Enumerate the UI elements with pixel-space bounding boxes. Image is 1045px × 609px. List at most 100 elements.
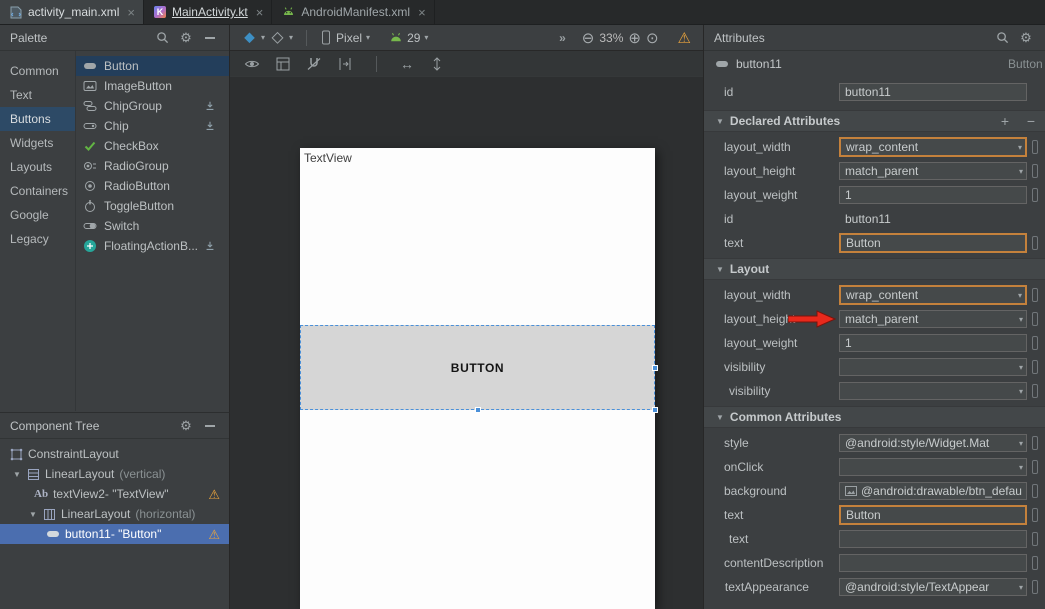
toolbar-overflow-icon[interactable]: » [559,31,565,45]
layout-height-dropdown[interactable]: match_parent▾ [839,310,1027,328]
selection-handle[interactable] [652,407,658,413]
selection-handle[interactable] [475,407,481,413]
chevron-expanded-icon[interactable]: ▼ [12,470,22,479]
palette-item-chip[interactable]: Chip [76,116,229,136]
gear-icon[interactable]: ⚙ [175,418,197,434]
resource-toggle-icon[interactable] [1032,460,1038,474]
background-input[interactable]: @android:drawable/btn_defau [839,482,1027,500]
category-legacy[interactable]: Legacy [0,227,75,251]
tree-item-constraintlayout[interactable]: ConstraintLayout [0,444,229,464]
resource-toggle-icon[interactable] [1032,288,1038,302]
search-icon[interactable] [991,31,1013,44]
canvas-button[interactable]: BUTTON [451,361,504,375]
palette-item-radiogroup[interactable]: RadioGroup [76,156,229,176]
tree-item-button11[interactable]: button11- "Button" ⚠ [0,524,229,544]
hide-panel-icon[interactable] [199,37,221,39]
device-screen[interactable]: TextView BUTTON [300,148,655,609]
resource-toggle-icon[interactable] [1032,360,1038,374]
palette-item-togglebutton[interactable]: ToggleButton [76,196,229,216]
resource-toggle-icon[interactable] [1032,188,1038,202]
palette-item-floatingactionbutton[interactable]: FloatingActionB... [76,236,229,256]
canvas-textview[interactable]: TextView [304,151,352,165]
orientation-icon[interactable] [275,56,291,72]
tools-visibility-dropdown[interactable]: ▾ [839,382,1027,400]
selected-linearlayout[interactable]: BUTTON [300,325,655,410]
chevron-expanded-icon[interactable]: ▼ [28,510,38,519]
tree-item-textview2[interactable]: Ab textView2- "TextView" ⚠ [0,484,229,504]
zoom-in-button[interactable]: ⊕ [628,29,641,47]
layout-height-dropdown[interactable]: match_parent▾ [839,162,1027,180]
category-containers[interactable]: Containers [0,179,75,203]
section-layout[interactable]: ▼ Layout [704,258,1045,280]
palette-item-button[interactable]: Button [76,56,229,76]
resource-toggle-icon[interactable] [1032,336,1038,350]
clear-constraints-icon[interactable]: ↔ [400,56,414,72]
design-canvas[interactable]: TextView BUTTON [230,77,703,609]
selection-handle[interactable] [652,365,658,371]
text-input[interactable]: Button [839,233,1027,253]
zoom-to-fit-button[interactable]: ⊙ [646,29,659,47]
infer-constraints-icon[interactable] [429,56,445,72]
text-input[interactable]: Button [839,505,1027,525]
palette-item-checkbox[interactable]: CheckBox [76,136,229,156]
resource-toggle-icon[interactable] [1032,484,1038,498]
blueprint-mode-selector[interactable]: ▾ [270,30,293,45]
autoconnect-off-magnet-icon[interactable] [306,56,322,72]
category-common[interactable]: Common [0,59,75,83]
onclick-dropdown[interactable]: ▾ [839,458,1027,476]
search-icon[interactable] [151,31,173,44]
close-icon[interactable]: × [127,6,135,19]
tab-androidmanifest-xml[interactable]: AndroidManifest.xml × [272,0,434,24]
resource-toggle-icon[interactable] [1032,312,1038,326]
resource-toggle-icon[interactable] [1032,236,1038,250]
layout-width-dropdown[interactable]: wrap_content▾ [839,137,1027,157]
design-mode-selector[interactable]: ▾ [242,30,265,45]
close-icon[interactable]: × [256,6,264,19]
section-common-attributes[interactable]: ▼ Common Attributes [704,406,1045,428]
palette-item-imagebutton[interactable]: ImageButton [76,76,229,96]
resource-toggle-icon[interactable] [1032,164,1038,178]
gear-icon[interactable]: ⚙ [175,30,197,46]
device-selector[interactable]: Pixel ▾ [320,30,370,45]
category-buttons[interactable]: Buttons [0,107,75,131]
tree-item-linearlayout-horizontal[interactable]: ▼ LinearLayout (horizontal) [0,504,229,524]
warning-icon[interactable]: ⚠ [208,528,220,541]
palette-item-switch[interactable]: Switch [76,216,229,236]
content-description-input[interactable] [839,554,1027,572]
category-text[interactable]: Text [0,83,75,107]
api-level-selector[interactable]: 29 ▾ [389,31,428,45]
tab-activity-main-xml[interactable]: activity_main.xml × [0,0,144,24]
view-options-icon[interactable] [244,56,260,72]
resource-toggle-icon[interactable] [1032,556,1038,570]
section-declared-attributes[interactable]: ▼ Declared Attributes + − [704,110,1045,132]
resource-toggle-icon[interactable] [1032,384,1038,398]
gear-icon[interactable]: ⚙ [1015,30,1037,46]
resource-toggle-icon[interactable] [1032,436,1038,450]
category-widgets[interactable]: Widgets [0,131,75,155]
close-icon[interactable]: × [418,6,426,19]
layout-width-dropdown[interactable]: wrap_content▾ [839,285,1027,305]
warning-icon[interactable]: ⚠ [208,488,220,501]
resource-toggle-icon[interactable] [1032,580,1038,594]
layout-weight-input[interactable]: 1 [839,186,1027,204]
palette-item-chipgroup[interactable]: ChipGroup [76,96,229,116]
tools-text-input[interactable] [839,530,1027,548]
textappearance-dropdown[interactable]: @android:style/TextAppear▾ [839,578,1027,596]
tab-mainactivity-kt[interactable]: K MainActivity.kt × [144,0,272,24]
layout-weight-input[interactable]: 1 [839,334,1027,352]
resource-toggle-icon[interactable] [1032,508,1038,522]
remove-attribute-button[interactable]: − [1027,113,1035,129]
hide-panel-icon[interactable] [199,425,221,427]
zoom-out-button[interactable]: ⊖ [582,29,595,47]
visibility-dropdown[interactable]: ▾ [839,358,1027,376]
resource-toggle-icon[interactable] [1032,532,1038,546]
default-margins-icon[interactable] [337,56,353,72]
category-google[interactable]: Google [0,203,75,227]
id-input[interactable]: button11 [839,83,1027,101]
category-layouts[interactable]: Layouts [0,155,75,179]
add-attribute-button[interactable]: + [1001,113,1009,129]
resource-toggle-icon[interactable] [1032,140,1038,154]
tree-item-linearlayout-vertical[interactable]: ▼ LinearLayout (vertical) [0,464,229,484]
style-dropdown[interactable]: @android:style/Widget.Mat▾ [839,434,1027,452]
warnings-button[interactable]: ⚠ [678,29,691,47]
